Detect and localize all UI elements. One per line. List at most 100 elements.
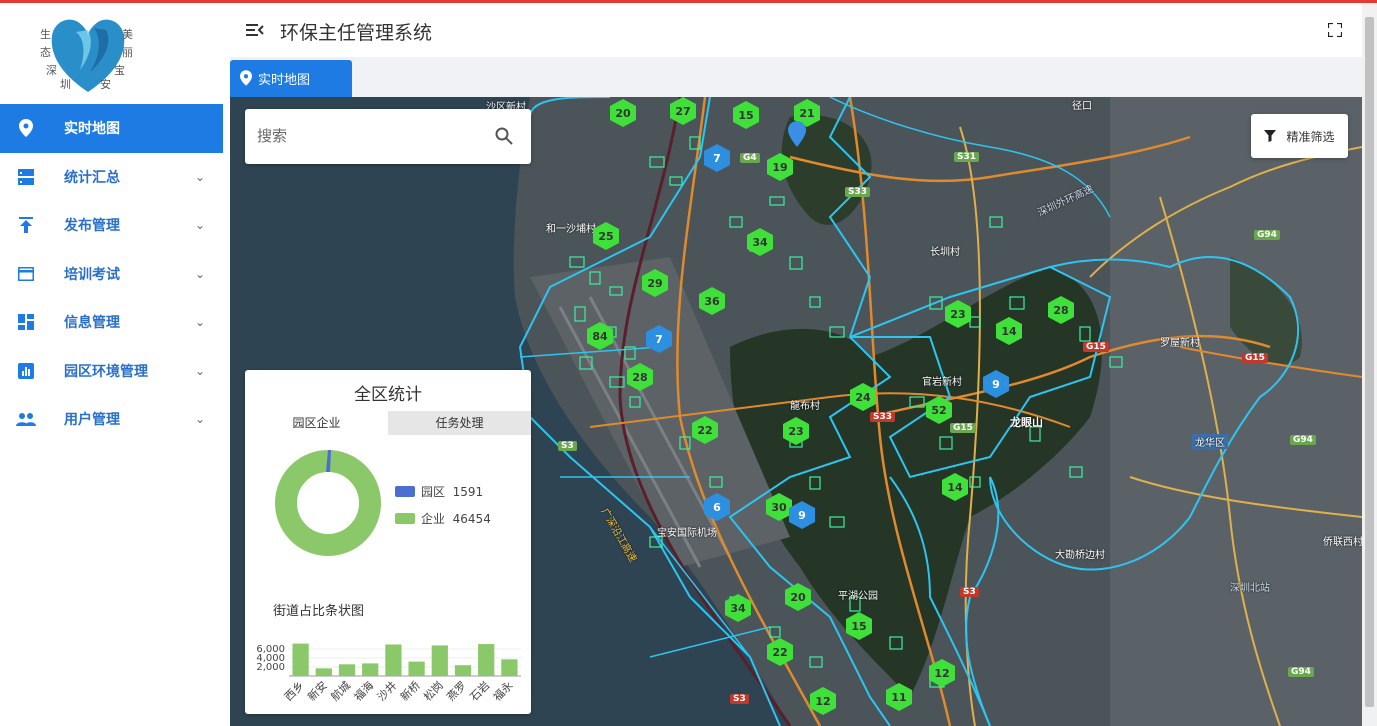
page-scrollbar[interactable]	[1362, 3, 1377, 726]
cluster-count: 30	[771, 500, 787, 514]
bar[interactable]	[408, 661, 425, 676]
map-label: 深圳北站	[1230, 583, 1270, 594]
precise-filter-button[interactable]: 精准筛选	[1251, 114, 1348, 158]
map-cluster-marker[interactable]: 25	[593, 222, 619, 250]
map-cluster-marker[interactable]: 28	[1048, 296, 1074, 324]
cluster-count: 27	[675, 104, 691, 118]
cluster-count: 11	[891, 690, 907, 704]
map-cluster-marker[interactable]: 24	[850, 383, 876, 411]
bar[interactable]	[338, 664, 356, 676]
road-shield: G94	[1290, 435, 1316, 445]
search-box	[245, 109, 531, 164]
x-tick-label: 新桥	[397, 678, 422, 703]
x-tick-label: 西乡	[282, 679, 307, 704]
map-cluster-marker[interactable]: 34	[747, 228, 773, 256]
map-cluster-marker[interactable]: 7	[704, 144, 730, 172]
sidebar-item-label: 用户管理	[64, 412, 120, 429]
sidebar-item-label: 培训考试	[64, 266, 120, 283]
cluster-count: 29	[647, 276, 663, 290]
search-icon[interactable]	[495, 127, 513, 149]
sidebar-item-statistics[interactable]: 统计汇总 ⌄	[0, 153, 223, 202]
upload-icon	[16, 215, 36, 235]
cluster-count: 19	[772, 160, 788, 174]
bar[interactable]	[292, 643, 309, 676]
cluster-count: 9	[798, 508, 806, 522]
map-cluster-marker[interactable]: 20	[610, 99, 636, 127]
road-shield: G94	[1254, 230, 1280, 240]
people-icon	[16, 409, 36, 429]
map-cluster-marker[interactable]: 22	[692, 416, 718, 444]
bar[interactable]	[385, 644, 402, 677]
map-cluster-marker[interactable]: 15	[846, 612, 872, 640]
map-cluster-marker[interactable]: 84	[587, 322, 613, 350]
filter-label: 精准筛选	[1286, 129, 1335, 144]
map-cluster-marker[interactable]: 34	[725, 594, 751, 622]
menu-fold-icon[interactable]	[246, 21, 264, 39]
map-cluster-marker[interactable]: 29	[642, 269, 668, 297]
map-cluster-marker[interactable]: 14	[996, 317, 1022, 345]
map-cluster-marker[interactable]: 15	[733, 101, 759, 129]
stats-title: 全区统计	[354, 385, 422, 405]
map-cluster-marker[interactable]: 7	[646, 325, 672, 353]
map-cluster-marker[interactable]: 23	[945, 300, 971, 328]
x-tick-label: 航城	[328, 678, 353, 703]
map-cluster-marker[interactable]: 52	[926, 396, 952, 424]
scrollbar-thumb[interactable]	[1365, 17, 1374, 707]
map-label: 罗屋新村	[1160, 338, 1200, 349]
map-cluster-marker[interactable]: 6	[704, 493, 730, 521]
map-cluster-marker[interactable]: 12	[929, 659, 955, 687]
map-cluster-marker[interactable]: 28	[627, 363, 653, 391]
bar[interactable]	[362, 663, 379, 676]
map-cluster-marker[interactable]: 20	[785, 583, 811, 611]
search-input[interactable]	[257, 127, 477, 145]
map-cluster-marker[interactable]: 22	[767, 638, 793, 666]
cluster-count: 15	[738, 108, 754, 122]
sidebar-nav: 实时地图 统计汇总 ⌄ 发布管理 ⌄ 培训考试 ⌄ 信息管理 ⌄ 园区环境管理 …	[0, 104, 223, 444]
logo-char: 美	[122, 28, 133, 41]
map-cluster-marker[interactable]: 36	[699, 287, 725, 315]
sidebar-item-info[interactable]: 信息管理 ⌄	[0, 298, 223, 347]
tab-bar: 实时地图	[230, 57, 1362, 97]
top-header: 环保主任管理系统	[230, 3, 1362, 57]
dashboard-icon	[16, 312, 36, 332]
map-label: 官岩新村	[922, 377, 962, 388]
sidebar-item-park-env[interactable]: 园区环境管理 ⌄	[0, 347, 223, 396]
fullscreen-icon[interactable]	[1326, 21, 1344, 39]
logo-char: 宝	[114, 64, 125, 77]
sidebar-item-training[interactable]: 培训考试 ⌄	[0, 250, 223, 299]
map-cluster-marker[interactable]: 19	[767, 153, 793, 181]
map-cluster-marker[interactable]: 9	[983, 370, 1009, 398]
tab-park-enterprise[interactable]: 园区企业	[245, 411, 388, 435]
road-shield: S3	[960, 587, 979, 597]
map-cluster-marker[interactable]: 23	[783, 417, 809, 445]
bar[interactable]	[431, 645, 448, 676]
tab-task-processing[interactable]: 任务处理	[388, 411, 531, 435]
map-view[interactable]: 沙区新村 径口 和一沙埔村 长圳村 罗屋新村 官岩新村 龙眼山 龙华区 大勘桥边…	[230, 97, 1362, 726]
cluster-count: 22	[772, 645, 788, 659]
map-label: 长圳村	[930, 247, 960, 258]
road-shield: S33	[845, 187, 871, 197]
map-label: 大勘桥边村	[1055, 550, 1105, 561]
tab-realtime-map[interactable]: 实时地图	[230, 60, 352, 97]
location-pin-icon[interactable]	[788, 121, 806, 151]
bar[interactable]	[315, 668, 332, 676]
logo-char: 丽	[122, 46, 133, 59]
bar[interactable]	[478, 644, 495, 676]
x-tick-label: 沙井	[374, 678, 399, 703]
road-shield: S33	[870, 412, 896, 422]
cluster-count: 24	[855, 390, 871, 404]
sidebar-item-label: 统计汇总	[64, 169, 120, 186]
map-cluster-marker[interactable]: 11	[886, 683, 912, 711]
sidebar-item-realtime-map[interactable]: 实时地图	[0, 104, 223, 153]
map-cluster-marker[interactable]: 9	[789, 501, 815, 529]
sidebar-item-users[interactable]: 用户管理 ⌄	[0, 395, 223, 444]
map-cluster-marker[interactable]: 12	[810, 687, 836, 715]
map-cluster-marker[interactable]: 27	[670, 97, 696, 125]
bar[interactable]	[501, 659, 518, 676]
cluster-count: 22	[697, 423, 713, 437]
map-cluster-marker[interactable]: 14	[942, 473, 968, 501]
sidebar-item-publish[interactable]: 发布管理 ⌄	[0, 201, 223, 250]
donut-chart	[275, 450, 381, 556]
bar[interactable]	[454, 665, 472, 676]
legend-swatch	[395, 513, 415, 524]
